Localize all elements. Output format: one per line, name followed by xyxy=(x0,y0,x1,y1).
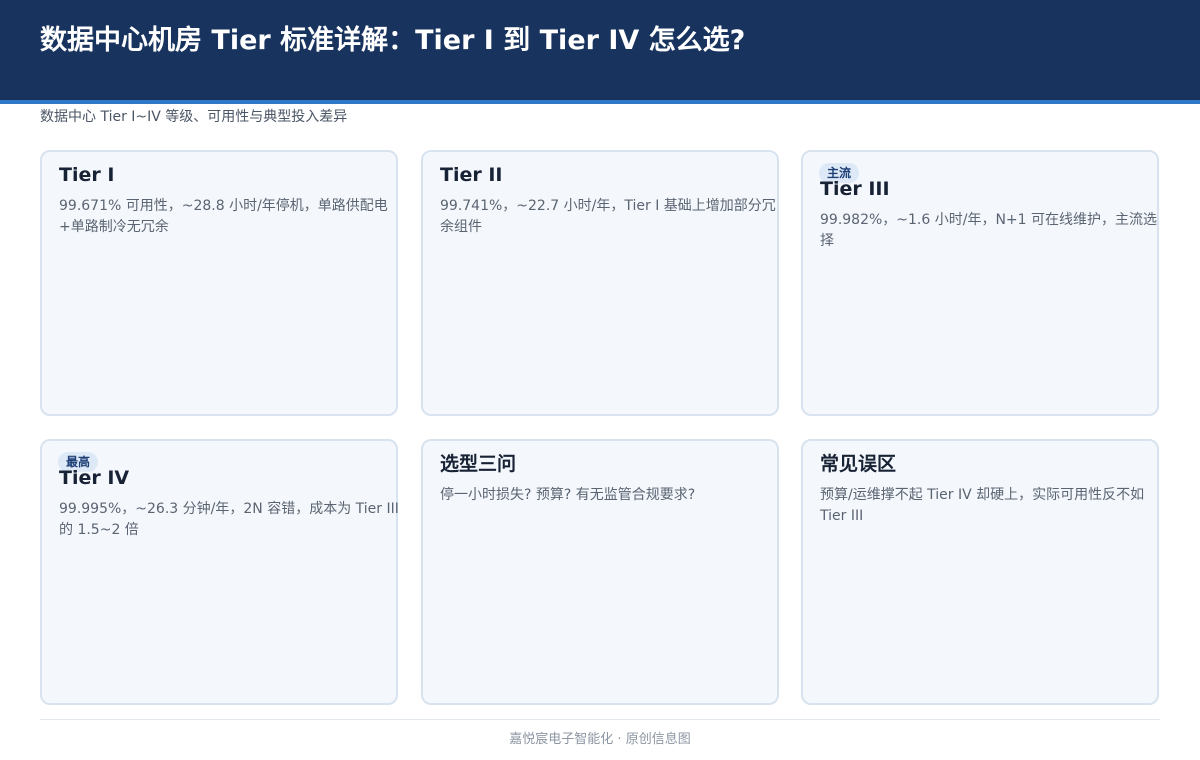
card-title: Tier IV xyxy=(59,467,130,489)
card-tier-3: 主流 Tier III 99.982%，~1.6 小时/年，N+1 可在线维护，… xyxy=(801,150,1159,416)
header-banner: 数据中心机房 Tier 标准详解：Tier I 到 Tier IV 怎么选? xyxy=(0,0,1200,100)
footer-credit: 嘉悦宸电子智能化 · 原创信息图 xyxy=(509,732,691,747)
card-body: 99.671% 可用性，~28.8 小时/年停机，单路供配电+单路制冷无冗余 xyxy=(59,198,388,235)
card-title: Tier III xyxy=(820,178,890,200)
card-tier-1: Tier I 99.671% 可用性，~28.8 小时/年停机，单路供配电+单路… xyxy=(40,150,398,416)
card-title: Tier I xyxy=(59,164,115,186)
card-body: 99.995%，~26.3 分钟/年，2N 容错，成本为 Tier III 的 … xyxy=(59,501,399,538)
card-title: 选型三问 xyxy=(440,453,517,475)
card-title: 常见误区 xyxy=(820,453,897,475)
card-selection-questions: 选型三问 停一小时损失? 预算? 有无监管合规要求? xyxy=(421,439,779,705)
header-accent-rule xyxy=(0,100,1200,104)
card-common-mistakes: 常见误区 预算/运维撑不起 Tier IV 却硬上，实际可用性反不如 Tier … xyxy=(801,439,1159,705)
card-tier-4: 最高 Tier IV 99.995%，~26.3 分钟/年，2N 容错，成本为 … xyxy=(40,439,399,705)
page-subtitle: 数据中心 Tier I~IV 等级、可用性与典型投入差异 xyxy=(40,109,348,125)
card-title: Tier II xyxy=(440,164,503,186)
card-body: 预算/运维撑不起 Tier IV 却硬上，实际可用性反不如 Tier III xyxy=(820,487,1145,524)
card-tier-2: Tier II 99.741%，~22.7 小时/年，Tier I 基础上增加部… xyxy=(421,150,779,416)
footer-divider xyxy=(40,719,1160,720)
card-body: 99.741%，~22.7 小时/年，Tier I 基础上增加部分冗余组件 xyxy=(440,198,776,235)
card-body: 停一小时损失? 预算? 有无监管合规要求? xyxy=(440,487,696,503)
page-title: 数据中心机房 Tier 标准详解：Tier I 到 Tier IV 怎么选? xyxy=(40,25,746,56)
card-body: 99.982%，~1.6 小时/年，N+1 可在线维护，主流选择 xyxy=(820,212,1158,249)
